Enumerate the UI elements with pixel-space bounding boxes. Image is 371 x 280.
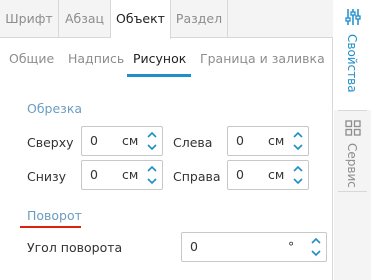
spin-arrows-icon[interactable] xyxy=(292,163,304,187)
subtab-border-fill[interactable]: Граница и заливка xyxy=(200,38,325,78)
rotation-title-underline xyxy=(20,226,81,228)
crop-right-unit: см xyxy=(268,167,285,182)
rotation-angle-value: 0 xyxy=(190,239,198,254)
crop-section-title: Обрезка xyxy=(27,101,83,116)
crop-bottom-value: 0 xyxy=(90,167,98,182)
side-tab-service[interactable]: Сервис xyxy=(334,111,371,191)
crop-left-field[interactable]: 0 см xyxy=(227,126,309,156)
grid-icon xyxy=(345,120,361,140)
side-tab-divider xyxy=(338,191,367,192)
rotation-angle-unit: ° xyxy=(288,239,295,254)
crop-top-value: 0 xyxy=(90,133,98,148)
crop-left-unit: см xyxy=(268,133,285,148)
subtab-general[interactable]: Общие xyxy=(9,38,54,78)
rotation-section-title: Поворот xyxy=(27,208,82,223)
subtab-picture[interactable]: Рисунок xyxy=(133,38,186,78)
side-tab-service-label: Сервис xyxy=(345,143,359,188)
crop-bottom-field[interactable]: 0 см xyxy=(81,160,163,190)
properties-panel: Шрифт Абзац Объект Раздел Общие Надпись … xyxy=(0,0,333,280)
side-tab-bar: Свойства Сервис xyxy=(334,0,371,280)
crop-bottom-label: Снизу xyxy=(27,169,67,184)
tab-paragraph[interactable]: Абзац xyxy=(59,0,111,38)
side-tab-properties-label: Свойства xyxy=(345,34,359,93)
tab-font[interactable]: Шрифт xyxy=(0,0,59,38)
sliders-icon xyxy=(344,8,362,30)
spin-arrows-icon[interactable] xyxy=(146,129,158,153)
tab-object[interactable]: Объект xyxy=(111,0,171,39)
crop-right-label: Справа xyxy=(173,169,221,184)
crop-right-value: 0 xyxy=(236,167,244,182)
picture-settings: Обрезка Сверху 0 см Слева 0 см Снизу 0 с… xyxy=(0,78,333,280)
crop-left-value: 0 xyxy=(236,133,244,148)
top-tab-bar: Шрифт Абзац Объект Раздел xyxy=(0,0,333,39)
crop-top-label: Сверху xyxy=(27,135,74,150)
rotation-angle-field[interactable]: 0 ° xyxy=(181,232,327,262)
crop-bottom-unit: см xyxy=(122,167,139,182)
spin-arrows-icon[interactable] xyxy=(310,235,322,259)
subtab-caption[interactable]: Надпись xyxy=(68,38,124,78)
rotation-angle-label: Угол поворота xyxy=(27,240,123,255)
crop-left-label: Слева xyxy=(173,135,213,150)
tab-section[interactable]: Раздел xyxy=(171,0,228,38)
spin-arrows-icon[interactable] xyxy=(146,163,158,187)
sub-tab-bar: Общие Надпись Рисунок Граница и заливка xyxy=(0,38,333,78)
spin-arrows-icon[interactable] xyxy=(292,129,304,153)
crop-right-field[interactable]: 0 см xyxy=(227,160,309,190)
crop-top-unit: см xyxy=(122,133,139,148)
side-tab-properties[interactable]: Свойства xyxy=(334,0,371,110)
crop-top-field[interactable]: 0 см xyxy=(81,126,163,156)
active-subtab-indicator xyxy=(127,74,191,77)
